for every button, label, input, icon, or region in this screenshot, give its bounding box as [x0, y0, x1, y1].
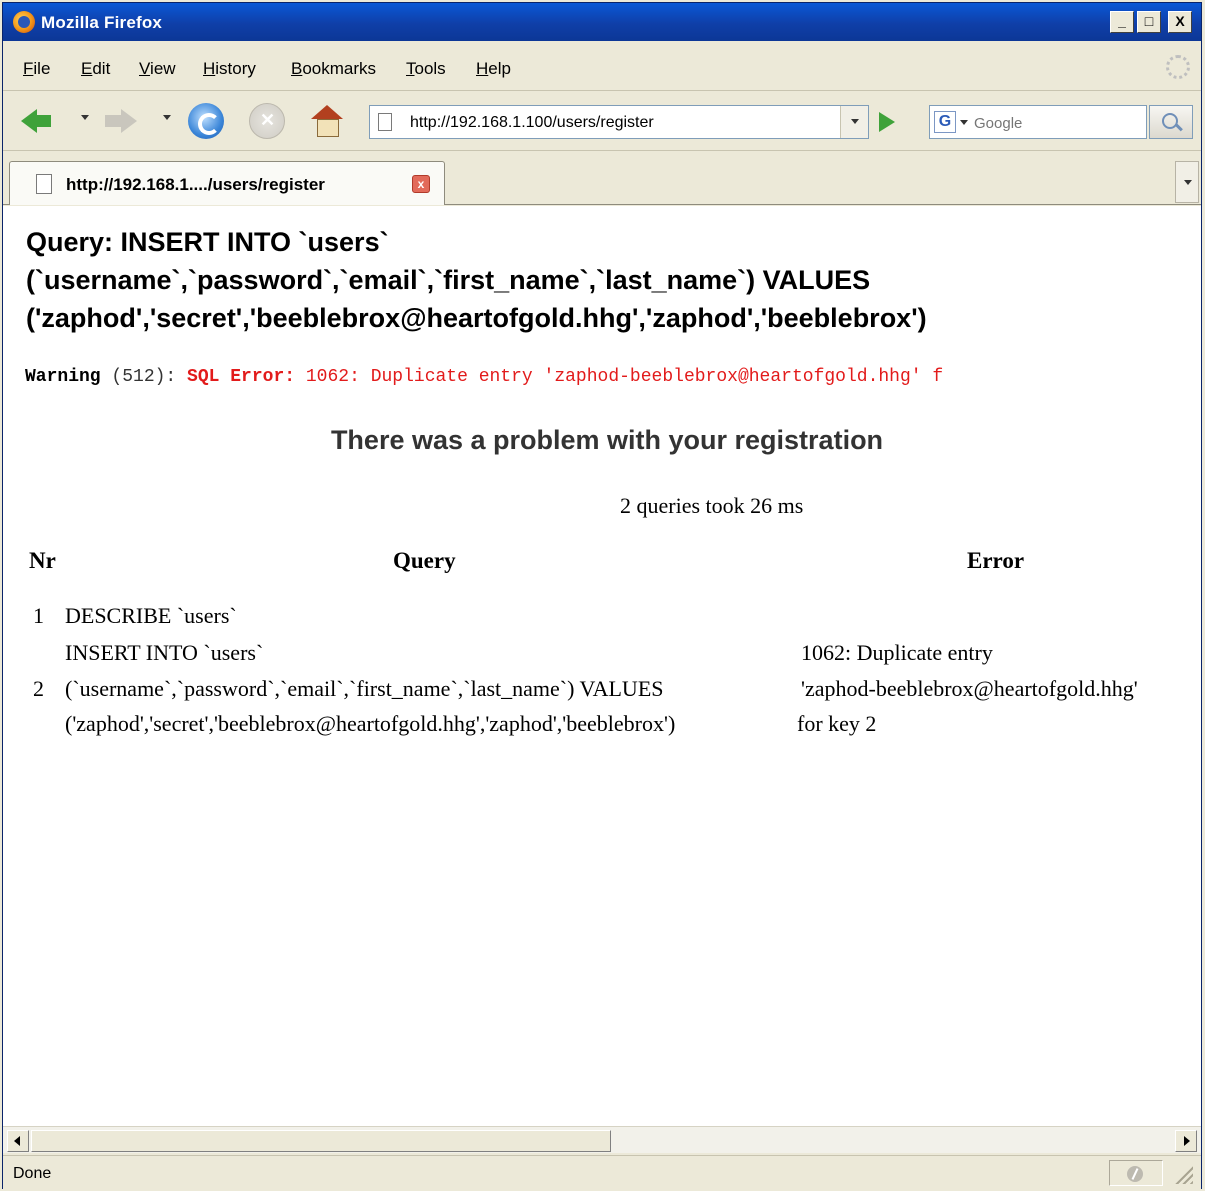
menu-history[interactable]: History [203, 59, 256, 79]
warning-label: Warning [25, 367, 101, 387]
status-bar: Done [3, 1155, 1201, 1189]
sql-error-message: 1062: Duplicate entry 'zaphod-beeblebrox… [295, 367, 944, 387]
home-icon[interactable] [309, 103, 345, 139]
menu-view[interactable]: View [139, 59, 176, 79]
menu-file[interactable]: File [23, 59, 50, 79]
scroll-right-icon[interactable] [1175, 1130, 1197, 1152]
scroll-left-icon[interactable] [7, 1130, 29, 1152]
horizontal-scrollbar[interactable] [3, 1126, 1201, 1153]
title-bar: Mozilla Firefox _ □ X [3, 3, 1201, 41]
page-icon [36, 174, 52, 194]
scrollbar-thumb[interactable] [31, 1130, 611, 1152]
status-text: Done [13, 1165, 52, 1182]
query-heading-line: Query: INSERT INTO `users` [26, 227, 389, 257]
row-query-line: INSERT INTO `users` [65, 640, 264, 665]
row-query-line: DESCRIBE `users` [65, 603, 237, 628]
queries-summary: 2 queries took 26 ms [620, 493, 804, 518]
firefox-logo-icon [13, 11, 35, 33]
address-bar[interactable] [369, 105, 869, 139]
search-input[interactable] [974, 112, 1142, 134]
forward-history-dropdown-icon[interactable] [163, 115, 171, 120]
google-engine-icon[interactable]: G [934, 111, 956, 133]
registration-problem-message: There was a problem with your registrati… [330, 425, 884, 455]
tab-register[interactable]: http://192.168.1..../users/register x [9, 161, 445, 205]
go-arrow-icon[interactable] [879, 112, 895, 132]
close-tab-icon[interactable]: x [412, 175, 430, 193]
menu-help[interactable]: Help [476, 59, 511, 79]
menu-tools[interactable]: Tools [406, 59, 446, 79]
stop-icon[interactable] [249, 103, 285, 139]
query-heading: Query: INSERT INTO `users` (`username`,`… [26, 223, 1196, 337]
page-icon [378, 113, 392, 131]
window-title: Mozilla Firefox [41, 13, 163, 32]
close-window-button[interactable]: X [1168, 11, 1192, 33]
search-bar[interactable]: G [929, 105, 1147, 139]
activity-throbber-icon [1166, 55, 1190, 79]
back-arrow-icon[interactable] [19, 103, 55, 139]
minimize-button[interactable]: _ [1110, 11, 1134, 33]
security-indicator-icon [1127, 1166, 1143, 1182]
query-heading-line: (`username`,`password`,`email`,`first_na… [26, 265, 871, 295]
search-magnifier-icon[interactable] [1149, 105, 1193, 139]
tab-list-dropdown-icon[interactable] [1175, 161, 1199, 203]
row-nr: 2 [33, 676, 44, 701]
menu-edit[interactable]: Edit [81, 59, 110, 79]
query-heading-line: ('zaphod','secret','beeblebrox@heartofgo… [26, 303, 927, 333]
back-history-dropdown-icon[interactable] [81, 115, 89, 120]
row-error-line: 'zaphod-beeblebrox@heartofgold.hhg' [801, 676, 1138, 701]
column-header-error: Error [967, 548, 1025, 573]
warning-code: (512): [100, 367, 188, 387]
maximize-button[interactable]: □ [1137, 11, 1161, 33]
reload-icon[interactable] [188, 103, 224, 139]
menu-bookmarks[interactable]: Bookmarks [291, 59, 376, 79]
url-history-dropdown-icon[interactable] [840, 106, 868, 138]
tab-title: http://192.168.1..../users/register [66, 175, 325, 194]
navigation-toolbar: G [3, 93, 1201, 151]
row-query-line: (`username`,`password`,`email`,`first_na… [65, 676, 664, 701]
row-error-line: for key 2 [797, 711, 877, 736]
sql-error-label: SQL Error: [187, 367, 296, 387]
url-input[interactable] [410, 114, 830, 132]
menu-bar: File Edit View History Bookmarks Tools H… [3, 43, 1201, 91]
row-nr: 1 [33, 603, 44, 628]
tab-bar: http://192.168.1..../users/register x [3, 153, 1201, 205]
row-query-line: ('zaphod','secret','beeblebrox@heartofgo… [65, 711, 676, 736]
page-content: Query: INSERT INTO `users` (`username`,`… [3, 206, 1201, 1126]
resize-grip-icon[interactable] [1175, 1166, 1193, 1184]
search-engine-dropdown-icon[interactable] [960, 120, 968, 125]
row-error-line: 1062: Duplicate entry [801, 640, 993, 665]
sql-warning: Warning (512): SQL Error: 1062: Duplicat… [25, 367, 943, 387]
column-header-query: Query [393, 548, 456, 573]
browser-window: Mozilla Firefox _ □ X File Edit View His… [2, 2, 1202, 1189]
forward-arrow-icon[interactable] [103, 103, 139, 139]
column-header-nr: Nr [29, 548, 56, 573]
